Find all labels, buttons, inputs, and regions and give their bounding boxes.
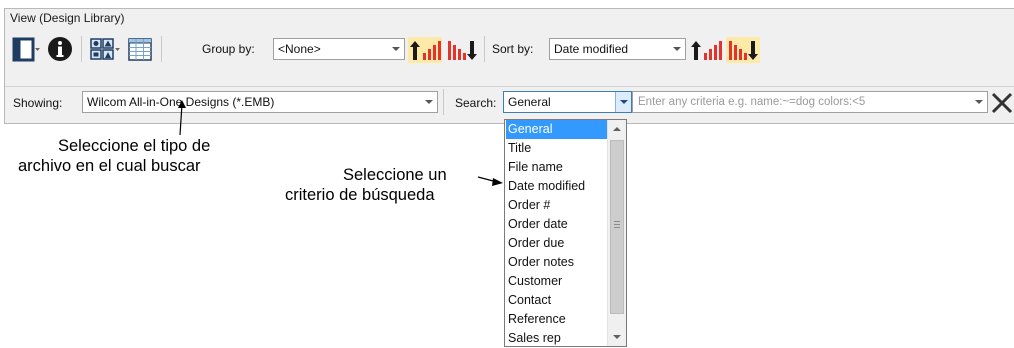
annotation-criterion-line2: criterio de búsqueda — [285, 186, 435, 204]
annotation-criterion-line1: Seleccione un — [343, 166, 447, 184]
annotation-file-type-line2: archivo en el cual buscar — [18, 157, 201, 175]
annotation-file-type-line1: Seleccione el tipo de — [58, 137, 211, 155]
